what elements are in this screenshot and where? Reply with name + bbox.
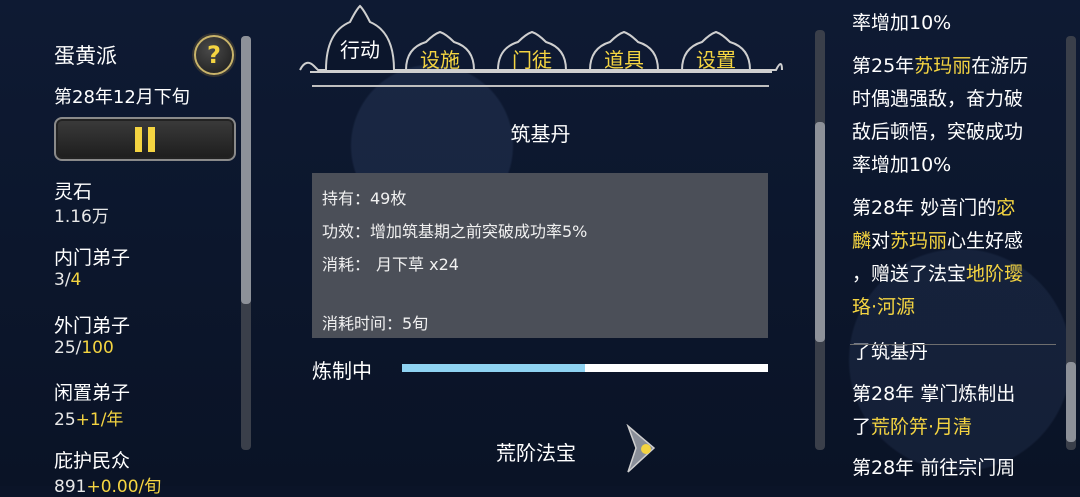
log-line: 了筑基丹	[852, 336, 928, 369]
tab-settings[interactable]: 设置	[686, 44, 746, 73]
progress-bar	[402, 364, 768, 372]
stat-label-outer-disciples: 外门弟子	[54, 315, 131, 337]
log-line: 率增加10%	[852, 149, 951, 182]
item-info-panel: 持有：49枚 功效：增加筑基期之前突破成功率5% 消耗： 月下草 x24 消耗时间…	[312, 173, 768, 338]
log-separator	[850, 344, 1056, 345]
progress-label: 炼制中	[312, 359, 372, 383]
sect-name: 蛋黄派	[54, 44, 117, 68]
log-highlight: 地阶璎	[966, 263, 1024, 285]
stat-value-spirit-stones: 1.16万	[54, 207, 109, 227]
log-highlight: 宓	[996, 197, 1016, 219]
log-text: 在游历	[971, 55, 1029, 77]
sidebar: 蛋黄派 ? 第28年12月下旬 灵石 1.16万 内门弟子 3/4 外门弟子 2…	[0, 0, 240, 497]
log-text: 心生好感	[947, 230, 1024, 252]
log-line: 了荒阶笄·月清	[852, 411, 972, 444]
next-arrow-icon[interactable]	[624, 424, 660, 474]
log-line: 第28年 妙音门的宓	[852, 192, 1015, 225]
tab-bar: 行动 设施 门徒 道具 设置	[296, 0, 786, 90]
content-scroll-thumb[interactable]	[815, 122, 825, 342]
help-icon[interactable]: ?	[194, 35, 234, 75]
log-text: 时偶遇强敌，奋力破	[852, 88, 1024, 110]
tab-items[interactable]: 道具	[594, 44, 654, 73]
stat-label-inner-disciples: 内门弟子	[54, 247, 131, 269]
log-text: 第28年 妙音门的	[852, 197, 997, 219]
log-text: ，赠送了法宝	[852, 263, 967, 285]
log-text: 对	[871, 230, 891, 252]
log-text: 率增加10%	[852, 154, 952, 176]
log-line: ，赠送了法宝地阶璎	[852, 258, 1023, 291]
item-owned: 持有：49枚	[322, 189, 407, 208]
log-highlight: 麟	[852, 230, 872, 252]
log-text: 第28年 掌门炼制出	[852, 383, 1016, 405]
log-line: 敌后顿悟，突破成功	[852, 116, 1023, 149]
log-line: 珞·河源	[852, 291, 915, 324]
stat-label-spirit-stones: 灵石	[54, 181, 93, 203]
stat-label-sheltered-people: 庇护民众	[54, 450, 131, 472]
log-highlight: 荒阶笄·月清	[871, 416, 973, 438]
tab-disciples[interactable]: 门徒	[502, 44, 562, 73]
item-effect: 功效：增加筑基期之前突破成功率5%	[322, 222, 588, 241]
log-line: 麟对苏玛丽心生好感	[852, 225, 1023, 258]
log-text: 率增加10%	[852, 12, 952, 34]
pause-button[interactable]	[54, 117, 236, 161]
tab-action[interactable]: 行动	[330, 34, 390, 63]
log-highlight: 珞·河源	[852, 296, 916, 318]
log-line: 第25年苏玛丽在游历	[852, 50, 1028, 83]
log-highlight: 苏玛丽	[914, 55, 972, 77]
log-text: 了	[852, 416, 872, 438]
log-scrollbar[interactable]	[1066, 36, 1076, 450]
log-highlight: 苏玛丽	[890, 230, 948, 252]
date-label: 第28年12月下旬	[54, 87, 190, 108]
stat-value-idle-disciples: 25+1/年	[54, 410, 124, 430]
progress-fill	[402, 364, 585, 372]
stat-label-idle-disciples: 闲置弟子	[54, 382, 131, 404]
log-line: 时偶遇强敌，奋力破	[852, 83, 1023, 116]
tab-facilities[interactable]: 设施	[410, 44, 470, 73]
item-title: 筑基丹	[510, 122, 571, 146]
log-text: 敌后顿悟，突破成功	[852, 121, 1024, 143]
sidebar-scroll-thumb[interactable]	[241, 36, 251, 304]
stat-value-sheltered-people: 891+0.00/旬	[54, 477, 162, 497]
stat-value-inner-disciples: 3/4	[54, 270, 82, 290]
log-text: 第25年	[852, 55, 915, 77]
log-line: 第28年 前往宗门周	[852, 452, 1015, 485]
log-scroll-thumb[interactable]	[1066, 362, 1076, 442]
stat-value-outer-disciples: 25/100	[54, 338, 114, 358]
log-line: 率增加10%	[852, 7, 951, 40]
item-cost: 消耗： 月下草 x24	[322, 255, 459, 274]
sidebar-scrollbar[interactable]	[241, 36, 251, 450]
divider	[312, 85, 769, 87]
log-line: 第28年 掌门炼制出	[852, 378, 1015, 411]
content-scrollbar[interactable]	[815, 30, 825, 450]
next-category-label: 荒阶法宝	[496, 441, 576, 465]
log-text: 第28年 前往宗门周	[852, 457, 1016, 479]
item-time: 消耗时间：5旬	[322, 314, 429, 333]
